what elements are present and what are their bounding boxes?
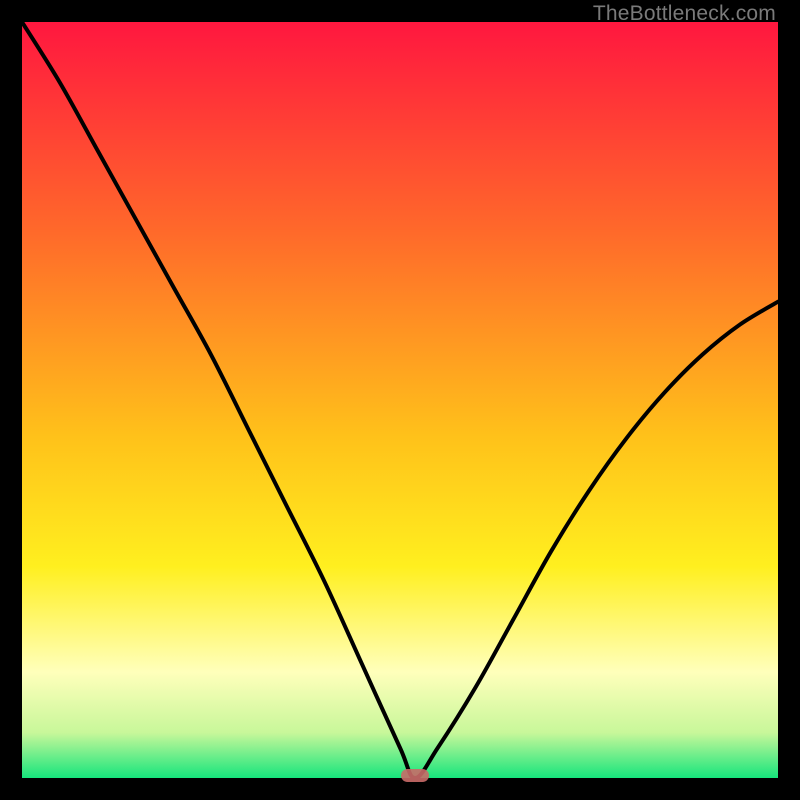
watermark-text: TheBottleneck.com	[593, 2, 776, 26]
bottleneck-chart	[22, 22, 778, 778]
gradient-background	[22, 22, 778, 778]
optimum-marker	[401, 769, 429, 782]
chart-frame	[22, 22, 778, 778]
